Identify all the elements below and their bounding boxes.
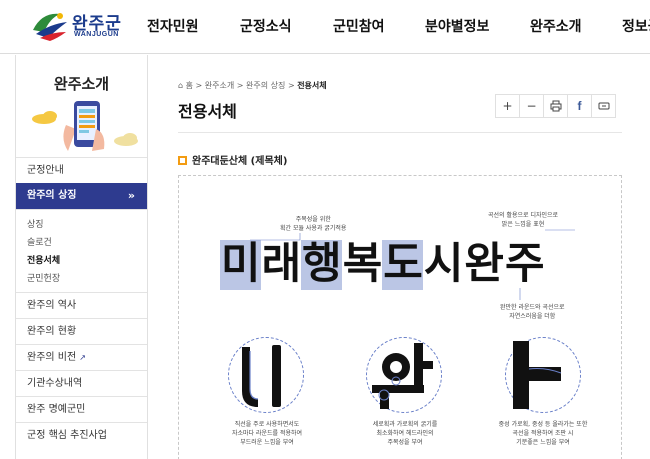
specimen-char: 행 (301, 239, 342, 290)
specimen-char: 래 (261, 239, 302, 289)
glyph-description-line: 부드러운 느낌을 부여 (240, 439, 294, 446)
specimen-char: 복 (342, 239, 383, 289)
glyph-description-line: 곡선을 적용하여 조판 시 (512, 430, 574, 437)
glyph-description-line: 최소화하여 헤드라인의 (376, 430, 434, 437)
specimen-char: 도 (382, 239, 423, 290)
specimen-char: 미 (220, 239, 261, 290)
glyph-description-line: 자소마다 라운드를 적용하여 (231, 430, 303, 437)
glyph-description-line: 주목성을 부여 (387, 439, 423, 446)
glyph-description: 중성 가로획, 중성 등 올라가는 또한 곡선을 적용하여 조판 시 기분좋은 … (488, 420, 598, 447)
glyph-wan-icon (372, 343, 433, 409)
glyph-description-line: 기분좋은 느낌을 부여 (516, 439, 570, 446)
font-specimen-title: 미 래 행 복 도 시 완 주 (220, 240, 545, 290)
glyph-description-line: 직선을 주로 사용하면서도 (234, 421, 300, 428)
glyph-description: 직선을 주로 사용하면서도 자소마다 라운드를 적용하여 부드러운 느낌을 부여 (222, 420, 312, 447)
specimen-char: 시 (423, 239, 464, 289)
glyph-description-line: 중성 가로획, 중성 등 올라가는 또한 (498, 421, 588, 428)
glyph-description-line: 세로획과 가로획의 굵기를 (372, 421, 438, 428)
glyph-description: 세로획과 가로획의 굵기를 최소화하여 헤드라인의 주목성을 부여 (360, 420, 450, 447)
glyph-a-stroke-icon (513, 341, 562, 409)
glyph-vertical-stroke-icon (242, 345, 281, 407)
specimen-char: 주 (504, 239, 545, 289)
specimen-char: 완 (464, 239, 504, 289)
